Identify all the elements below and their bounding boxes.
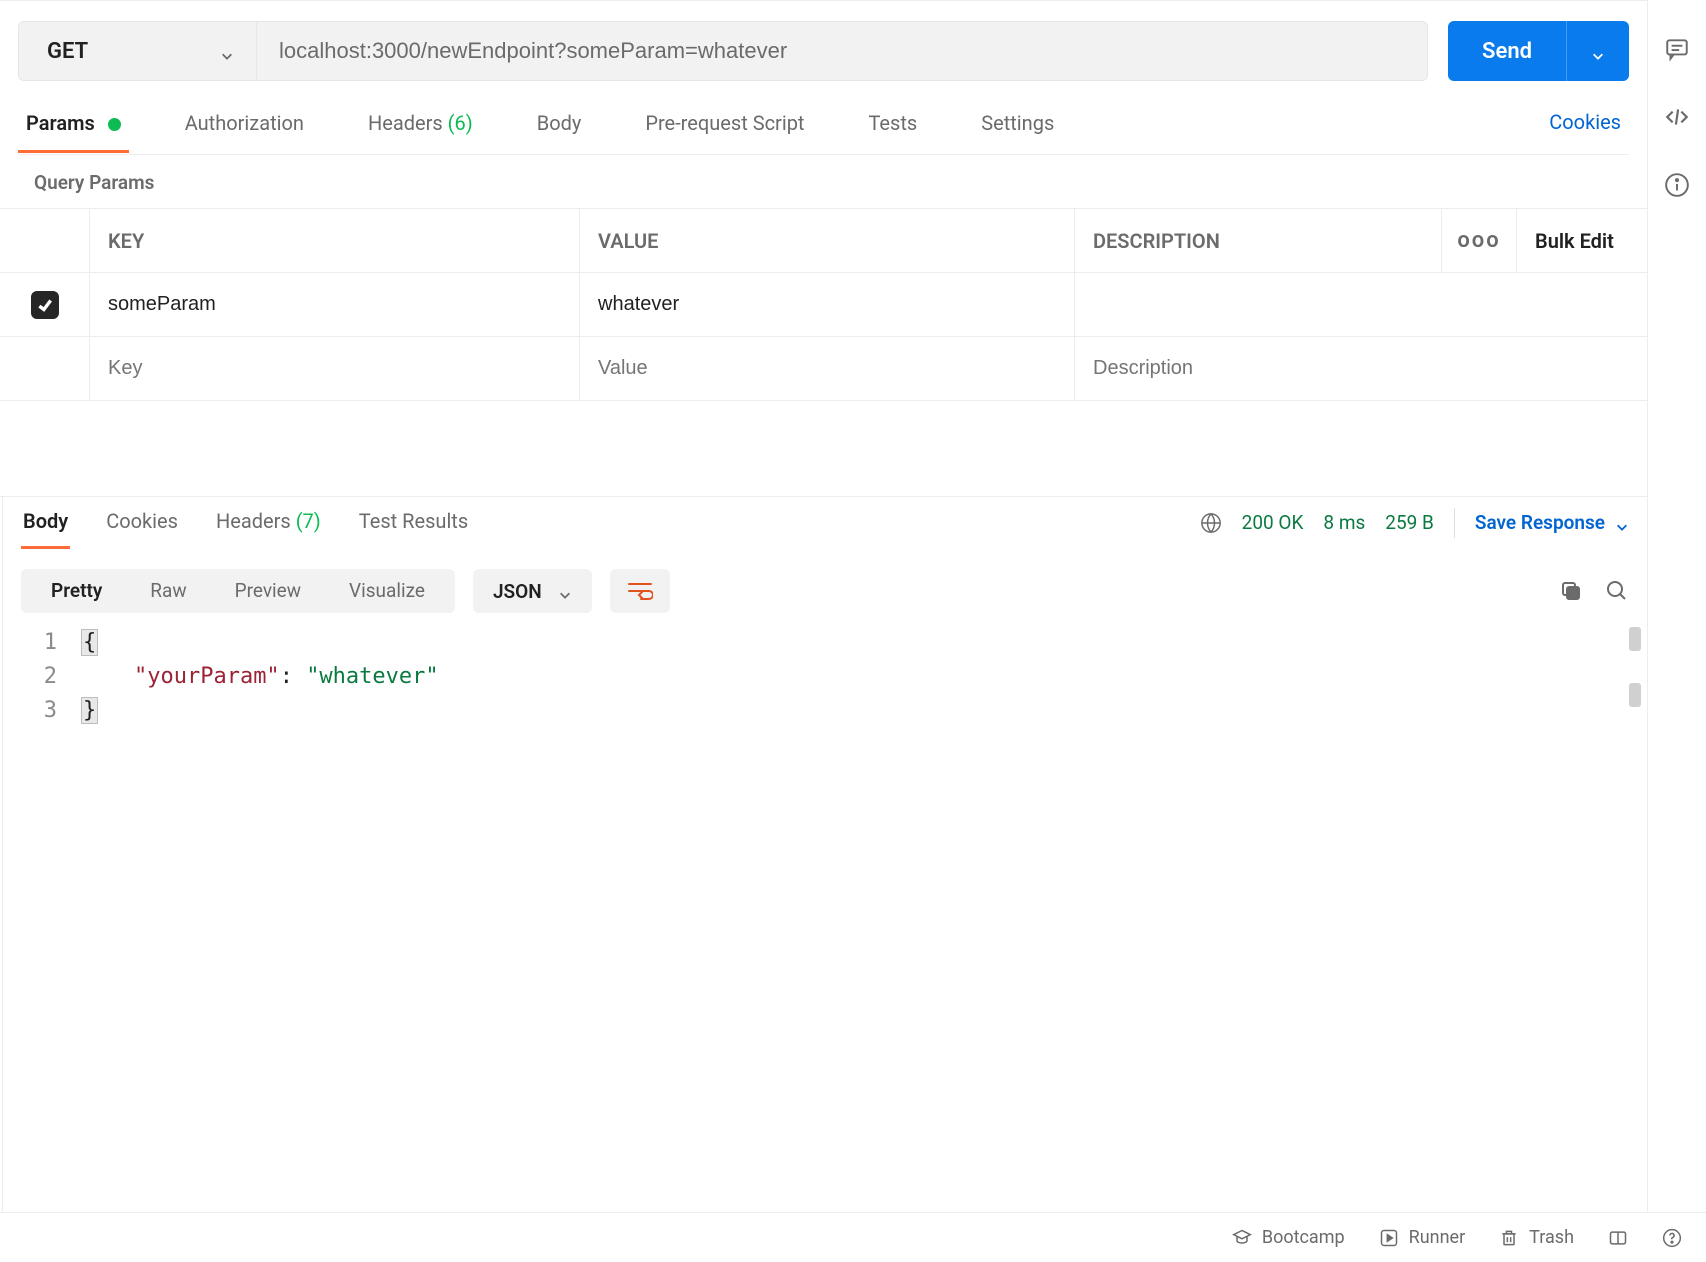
- param-value-input[interactable]: [598, 293, 1056, 316]
- new-row-checkbox-cell: [0, 337, 90, 400]
- new-param-key-input[interactable]: [108, 357, 561, 380]
- json-key: "yourParam": [134, 664, 280, 689]
- tab-params[interactable]: Params: [18, 111, 129, 153]
- runner-label: Runner: [1409, 1227, 1466, 1248]
- line-wrap-toggle[interactable]: [610, 569, 670, 613]
- query-params-table: KEY VALUE DESCRIPTION ooo Bulk Edit: [0, 208, 1647, 401]
- column-options-button[interactable]: ooo: [1442, 209, 1517, 272]
- view-mode-raw[interactable]: Raw: [126, 574, 210, 608]
- two-pane-icon: [1608, 1228, 1628, 1248]
- runner-icon: [1379, 1228, 1399, 1248]
- new-param-value-input[interactable]: [598, 357, 1056, 380]
- response-tab-headers[interactable]: Headers (7): [214, 509, 323, 549]
- copy-response-icon[interactable]: [1559, 579, 1583, 603]
- header-cell-value: VALUE: [580, 209, 1075, 272]
- bootcamp-icon: [1232, 1228, 1252, 1248]
- info-icon[interactable]: [1664, 172, 1690, 198]
- param-enabled-checkbox[interactable]: [31, 291, 59, 319]
- tab-tests[interactable]: Tests: [860, 111, 925, 153]
- tab-settings[interactable]: Settings: [973, 111, 1062, 153]
- response-headers-count: (7): [296, 509, 321, 533]
- response-tab-body[interactable]: Body: [21, 509, 70, 549]
- tab-authorization[interactable]: Authorization: [177, 111, 312, 153]
- divider: [1454, 508, 1455, 538]
- response-time: 8 ms: [1323, 511, 1365, 534]
- tab-params-label: Params: [26, 111, 95, 135]
- new-param-desc-input[interactable]: [1093, 357, 1629, 380]
- http-method-select[interactable]: GET: [19, 22, 257, 80]
- search-response-icon[interactable]: [1605, 579, 1629, 603]
- header-cell-checkbox: [0, 209, 90, 272]
- splitter[interactable]: [0, 401, 1647, 497]
- comments-icon[interactable]: [1664, 36, 1690, 62]
- json-value: "whatever": [306, 664, 438, 689]
- response-type-select[interactable]: JSON: [473, 569, 592, 613]
- status-code: 200 OK: [1242, 511, 1304, 534]
- http-method-label: GET: [47, 39, 88, 64]
- bootcamp-button[interactable]: Bootcamp: [1232, 1227, 1345, 1248]
- save-response-label: Save Response: [1475, 511, 1605, 534]
- response-tab-test-results[interactable]: Test Results: [357, 509, 470, 549]
- response-type-label: JSON: [493, 580, 542, 603]
- runner-button[interactable]: Runner: [1379, 1227, 1466, 1248]
- tab-headers[interactable]: Headers (6): [360, 111, 481, 153]
- response-tab-cookies[interactable]: Cookies: [104, 509, 180, 549]
- tab-headers-label: Headers: [368, 111, 443, 135]
- header-cell-description: DESCRIPTION: [1075, 209, 1442, 272]
- line-number: 3: [21, 698, 81, 723]
- send-options-arrow[interactable]: [1566, 21, 1629, 81]
- view-mode-pretty[interactable]: Pretty: [27, 574, 126, 608]
- view-mode-visualize[interactable]: Visualize: [325, 574, 449, 608]
- two-pane-toggle[interactable]: [1608, 1228, 1628, 1248]
- trash-button[interactable]: Trash: [1499, 1227, 1574, 1248]
- query-params-title: Query Params: [34, 171, 1647, 194]
- line-number: 2: [21, 664, 81, 689]
- code-icon[interactable]: [1664, 104, 1690, 130]
- save-response-button[interactable]: Save Response: [1475, 511, 1629, 534]
- table-header-row: KEY VALUE DESCRIPTION ooo Bulk Edit: [0, 209, 1647, 273]
- tab-body[interactable]: Body: [529, 111, 590, 153]
- response-body-editor[interactable]: 1 { 2 "yourParam": "whatever" 3 }: [3, 621, 1647, 1262]
- chevron-down-icon: [1591, 44, 1605, 58]
- bootcamp-label: Bootcamp: [1262, 1227, 1345, 1248]
- trash-label: Trash: [1529, 1227, 1574, 1248]
- help-icon: [1662, 1228, 1682, 1248]
- trash-icon: [1499, 1228, 1519, 1248]
- headers-count: (6): [448, 111, 473, 135]
- chevron-down-icon: [1615, 516, 1629, 530]
- header-cell-key: KEY: [90, 209, 580, 272]
- param-key-input[interactable]: [108, 293, 561, 316]
- line-number: 1: [21, 630, 81, 655]
- chevron-down-icon: [220, 44, 234, 58]
- table-row: [0, 273, 1647, 337]
- response-size: 259 B: [1385, 511, 1434, 534]
- unsaved-indicator-icon: [108, 118, 121, 131]
- json-brace-open: {: [81, 629, 98, 656]
- send-button[interactable]: Send: [1448, 21, 1629, 81]
- network-icon[interactable]: [1200, 512, 1222, 534]
- json-brace-close: }: [81, 697, 98, 724]
- scrollbar-thumb[interactable]: [1629, 683, 1641, 707]
- scrollbar-thumb[interactable]: [1629, 627, 1641, 651]
- view-mode-preview[interactable]: Preview: [211, 574, 325, 608]
- request-url-input[interactable]: [257, 22, 1427, 80]
- response-tab-headers-label: Headers: [216, 509, 291, 533]
- send-button-label: Send: [1448, 39, 1566, 64]
- param-desc-input[interactable]: [1093, 293, 1629, 316]
- chevron-down-icon: [558, 584, 572, 598]
- table-row-new: [0, 337, 1647, 401]
- help-button[interactable]: [1662, 1228, 1682, 1248]
- cookies-link[interactable]: Cookies: [1549, 110, 1629, 152]
- bulk-edit-button[interactable]: Bulk Edit: [1517, 209, 1647, 272]
- tab-pre-request-script[interactable]: Pre-request Script: [637, 111, 812, 153]
